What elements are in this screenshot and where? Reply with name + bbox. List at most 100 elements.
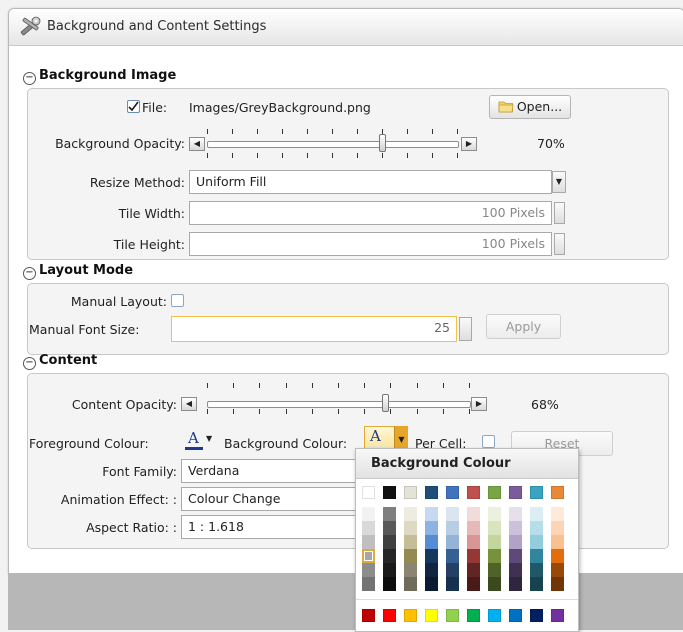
foreground-colour-button[interactable]: A ▼ (185, 429, 213, 452)
colour-swatch[interactable] (551, 486, 564, 499)
per-cell-checkbox[interactable] (482, 435, 495, 448)
tile-width-stepper[interactable] (554, 202, 565, 224)
colour-swatch[interactable] (488, 563, 501, 577)
colour-swatch[interactable] (488, 507, 501, 521)
colour-swatch[interactable] (446, 563, 459, 577)
slider-left-button[interactable]: ◀ (181, 397, 197, 411)
colour-swatch[interactable] (551, 535, 564, 549)
colour-swatch[interactable] (404, 563, 417, 577)
colour-swatch[interactable] (488, 577, 501, 591)
colour-swatch[interactable] (530, 577, 543, 591)
colour-swatch[interactable] (488, 535, 501, 549)
colour-swatch[interactable] (425, 609, 438, 622)
font-family-select[interactable]: Verdana (181, 459, 371, 483)
colour-swatch[interactable] (425, 507, 438, 521)
section-layout-mode[interactable]: − Layout Mode (23, 263, 133, 280)
colour-swatch[interactable] (488, 549, 501, 563)
colour-swatch[interactable] (446, 507, 459, 521)
colour-swatch[interactable] (404, 507, 417, 521)
apply-button[interactable]: Apply (486, 314, 561, 339)
tile-width-input[interactable]: 100 Pixels (189, 201, 552, 225)
colour-swatch[interactable] (362, 609, 375, 622)
colour-swatch[interactable] (467, 609, 480, 622)
background-opacity-slider[interactable]: ◀ ▶ (189, 124, 479, 164)
section-background-image[interactable]: − Background Image (23, 68, 176, 85)
colour-swatch[interactable] (446, 521, 459, 535)
colour-swatch[interactable] (425, 549, 438, 563)
colour-swatch[interactable] (446, 609, 459, 622)
colour-swatch[interactable] (446, 486, 459, 499)
colour-swatch[interactable] (404, 609, 417, 622)
colour-swatch[interactable] (467, 486, 480, 499)
colour-swatch[interactable] (383, 535, 396, 549)
colour-swatch[interactable] (467, 507, 480, 521)
colour-swatch[interactable] (467, 521, 480, 535)
colour-swatch[interactable] (404, 549, 417, 563)
colour-swatch[interactable] (467, 535, 480, 549)
colour-swatch[interactable] (509, 577, 522, 591)
colour-swatch[interactable] (530, 535, 543, 549)
colour-swatch[interactable] (425, 563, 438, 577)
colour-swatch[interactable] (551, 521, 564, 535)
colour-swatch[interactable] (446, 549, 459, 563)
colour-swatch[interactable] (404, 521, 417, 535)
animation-effect-select[interactable]: Colour Change (181, 487, 371, 511)
colour-swatch[interactable] (509, 609, 522, 622)
colour-swatch[interactable] (446, 577, 459, 591)
colour-swatch[interactable] (551, 507, 564, 521)
colour-swatch[interactable] (467, 577, 480, 591)
manual-layout-checkbox[interactable] (171, 294, 184, 307)
colour-swatch[interactable] (362, 521, 375, 535)
resize-method-select[interactable]: Uniform Fill (189, 170, 552, 194)
collapse-icon[interactable]: − (23, 72, 36, 85)
colour-swatch[interactable] (488, 521, 501, 535)
colour-swatch[interactable] (383, 486, 396, 499)
colour-swatch[interactable] (530, 549, 543, 563)
slider-right-button[interactable]: ▶ (461, 137, 477, 151)
open-button[interactable]: Open... (489, 95, 571, 119)
colour-swatch[interactable] (425, 486, 438, 499)
colour-swatch[interactable] (530, 486, 543, 499)
colour-swatch[interactable] (383, 549, 396, 563)
colour-swatch[interactable] (509, 507, 522, 521)
colour-swatch[interactable] (551, 563, 564, 577)
colour-swatch[interactable] (551, 577, 564, 591)
colour-swatch[interactable] (383, 563, 396, 577)
colour-swatch[interactable] (509, 563, 522, 577)
colour-swatch[interactable] (530, 609, 543, 622)
colour-swatch[interactable] (509, 486, 522, 499)
colour-swatch[interactable] (383, 507, 396, 521)
colour-swatch[interactable] (404, 535, 417, 549)
colour-swatch[interactable] (383, 609, 396, 622)
colour-swatch[interactable] (488, 486, 501, 499)
colour-swatch[interactable] (509, 549, 522, 563)
colour-swatch[interactable] (383, 521, 396, 535)
section-content[interactable]: − Content (23, 353, 97, 370)
colour-swatch[interactable] (551, 609, 564, 622)
tile-height-stepper[interactable] (554, 233, 565, 255)
collapse-icon[interactable]: − (23, 357, 36, 370)
collapse-icon[interactable]: − (23, 267, 36, 280)
colour-swatch[interactable] (467, 549, 480, 563)
colour-swatch[interactable] (362, 549, 375, 563)
slider-right-button[interactable]: ▶ (471, 397, 487, 411)
colour-swatch[interactable] (551, 549, 564, 563)
colour-swatch[interactable] (362, 577, 375, 591)
colour-swatch[interactable] (446, 535, 459, 549)
font-size-stepper[interactable] (459, 317, 472, 341)
colour-swatch[interactable] (530, 507, 543, 521)
colour-swatch[interactable] (425, 535, 438, 549)
colour-swatch[interactable] (362, 486, 375, 499)
colour-swatch[interactable] (362, 507, 375, 521)
colour-swatch[interactable] (425, 577, 438, 591)
chevron-down-icon[interactable]: ▼ (206, 434, 212, 443)
colour-swatch[interactable] (530, 563, 543, 577)
aspect-ratio-input[interactable]: 1 : 1.618 (181, 515, 371, 539)
colour-swatch[interactable] (362, 563, 375, 577)
colour-swatch[interactable] (383, 577, 396, 591)
colour-swatch[interactable] (509, 521, 522, 535)
tile-height-input[interactable]: 100 Pixels (189, 232, 552, 256)
file-checkbox[interactable] (127, 100, 140, 113)
colour-swatch[interactable] (509, 535, 522, 549)
colour-swatch[interactable] (488, 609, 501, 622)
